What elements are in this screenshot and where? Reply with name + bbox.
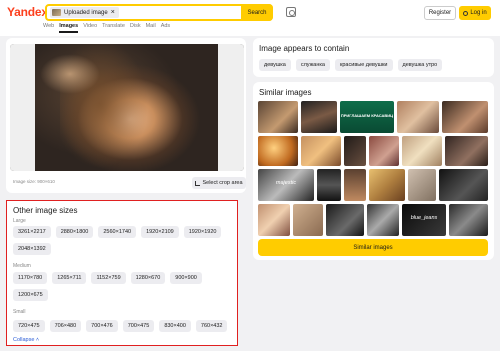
register-button[interactable]: Register [424, 6, 456, 20]
search-button[interactable]: Search [241, 4, 273, 21]
thumbnail-caption: majestic [275, 180, 297, 186]
similar-thumbnail[interactable] [439, 169, 488, 201]
tab-translate[interactable]: Translate [102, 23, 125, 33]
uploaded-image-chip[interactable]: Uploaded image × [50, 7, 119, 18]
small-label: Small [13, 309, 26, 315]
similar-thumbnail[interactable] [402, 136, 442, 166]
login-label: Log in [470, 10, 487, 16]
thumbnail-caption: ПРИГЛАШАЕМ КРАСАВИЦ [340, 113, 394, 118]
similar-thumbnail[interactable] [344, 169, 366, 201]
similar-thumbnail[interactable] [445, 136, 488, 166]
user-icon [463, 10, 469, 16]
collapse-label: Collapse [13, 337, 35, 343]
similar-thumbnail[interactable] [258, 101, 298, 133]
size-link[interactable]: 1170×780 [13, 272, 48, 284]
medium-sizes-row-1: 1170×780 1265×711 1152×759 1280×670 900×… [13, 272, 202, 284]
size-link[interactable]: 700×476 [86, 320, 118, 332]
size-link[interactable]: 2560×1740 [98, 226, 137, 238]
similar-thumbnail[interactable] [369, 169, 405, 201]
chip-label: Uploaded image [64, 9, 108, 16]
size-link[interactable]: 830×400 [159, 320, 191, 332]
tab-ads[interactable]: Ads [161, 23, 170, 33]
similar-thumbnail[interactable] [344, 136, 366, 166]
similar-thumbnail[interactable]: blue_jeans [402, 204, 446, 236]
size-link[interactable]: 1280×670 [130, 272, 166, 284]
similar-thumbnail[interactable] [301, 101, 337, 133]
size-link[interactable]: 1265×711 [52, 272, 87, 284]
medium-sizes-row-2: 1200×675 [13, 289, 48, 301]
tag-list: девушка служанка красивые девушки девушк… [259, 59, 443, 71]
similar-thumbnail[interactable] [317, 169, 341, 201]
contains-title: Image appears to contain [259, 44, 350, 53]
similar-title: Similar images [259, 88, 312, 97]
size-link[interactable]: 3261×2217 [13, 226, 51, 238]
size-link[interactable]: 1152×759 [91, 272, 126, 284]
large-sizes-row-2: 2048×1392 [13, 243, 51, 255]
crop-label: Select crop area [202, 180, 243, 186]
medium-label: Medium [13, 263, 31, 269]
size-link[interactable]: 2880×1800 [55, 226, 94, 238]
tab-web[interactable]: Web [43, 23, 54, 33]
size-link[interactable]: 1920×1920 [183, 226, 222, 238]
small-sizes-row: 720×475 706×480 700×476 700×475 830×400 … [13, 320, 228, 332]
tab-disk[interactable]: Disk [130, 23, 141, 33]
similar-thumbnail[interactable] [258, 204, 290, 236]
thumbnail-caption: blue_jeans [410, 215, 438, 221]
tag[interactable]: девушка утро [397, 59, 443, 71]
similar-thumbnail[interactable] [442, 101, 488, 133]
logo-text: Yandex [7, 5, 48, 19]
uploaded-thumbnail-icon [52, 9, 61, 16]
size-link[interactable]: 900×900 [170, 272, 202, 284]
tag[interactable]: служанка [295, 59, 330, 71]
similar-thumbnail[interactable] [326, 204, 364, 236]
similar-images-panel: Similar images ПРИГЛАШАЕМ КРАСАВИЦ majes… [253, 82, 494, 260]
size-link[interactable]: 720×475 [13, 320, 45, 332]
camera-search-icon[interactable] [286, 7, 296, 17]
similar-thumbnail[interactable] [367, 204, 399, 236]
similar-thumbnail[interactable] [449, 204, 488, 236]
similar-thumbnail[interactable] [293, 204, 323, 236]
tab-mail[interactable]: Mail [146, 23, 156, 33]
collapse-link[interactable]: Collapse ˄ [13, 337, 39, 343]
remove-chip-icon[interactable]: × [111, 9, 115, 16]
similar-thumbnail[interactable] [258, 136, 298, 166]
tag[interactable]: девушка [259, 59, 291, 71]
uploaded-image-panel: Image size: 900×610 Select crop area [6, 38, 246, 193]
image-size-text: Image size: 900×610 [13, 179, 55, 184]
image-margin-left [10, 44, 35, 171]
similar-thumbnail[interactable]: ПРИГЛАШАЕМ КРАСАВИЦ [340, 101, 394, 133]
appears-to-contain-panel: Image appears to contain девушка служанк… [253, 38, 494, 77]
similar-images-button[interactable]: Similar images [258, 239, 488, 256]
select-crop-area-button[interactable]: Select crop area [192, 177, 246, 189]
size-link[interactable]: 706×480 [49, 320, 82, 332]
crop-icon [195, 180, 201, 186]
login-button[interactable]: Log in [459, 6, 491, 20]
size-link[interactable]: 760×432 [195, 320, 228, 332]
other-sizes-title: Other image sizes [13, 206, 78, 215]
image-arm-highlight [40, 54, 100, 94]
similar-thumbnail[interactable] [369, 136, 399, 166]
service-tabs: Web Images Video Translate Disk Mail Ads [43, 23, 170, 33]
header: Yandex Uploaded image × Search Register … [0, 0, 500, 36]
similar-thumbnail[interactable] [397, 101, 439, 133]
size-link[interactable]: 1200×675 [13, 289, 48, 301]
yandex-logo[interactable]: Yandex [7, 5, 48, 19]
size-link[interactable]: 1920×2109 [141, 226, 179, 238]
large-sizes-row-1: 3261×2217 2880×1800 2560×1740 1920×2109 … [13, 226, 222, 238]
tab-video[interactable]: Video [83, 23, 97, 33]
similar-thumbnail[interactable] [301, 136, 341, 166]
tab-images[interactable]: Images [59, 23, 79, 33]
uploaded-image[interactable] [10, 44, 244, 171]
similar-thumbnail[interactable] [408, 169, 436, 201]
other-sizes-panel: Other image sizes Large 3261×2217 2880×1… [6, 200, 238, 346]
image-margin-right [218, 44, 244, 171]
size-link[interactable]: 700×475 [122, 320, 155, 332]
search-bar[interactable]: Uploaded image × Search [45, 4, 273, 21]
tag[interactable]: красивые девушки [334, 59, 393, 71]
large-label: Large [13, 218, 26, 224]
size-link[interactable]: 2048×1392 [13, 243, 51, 255]
similar-thumbnail[interactable]: majestic [258, 169, 314, 201]
